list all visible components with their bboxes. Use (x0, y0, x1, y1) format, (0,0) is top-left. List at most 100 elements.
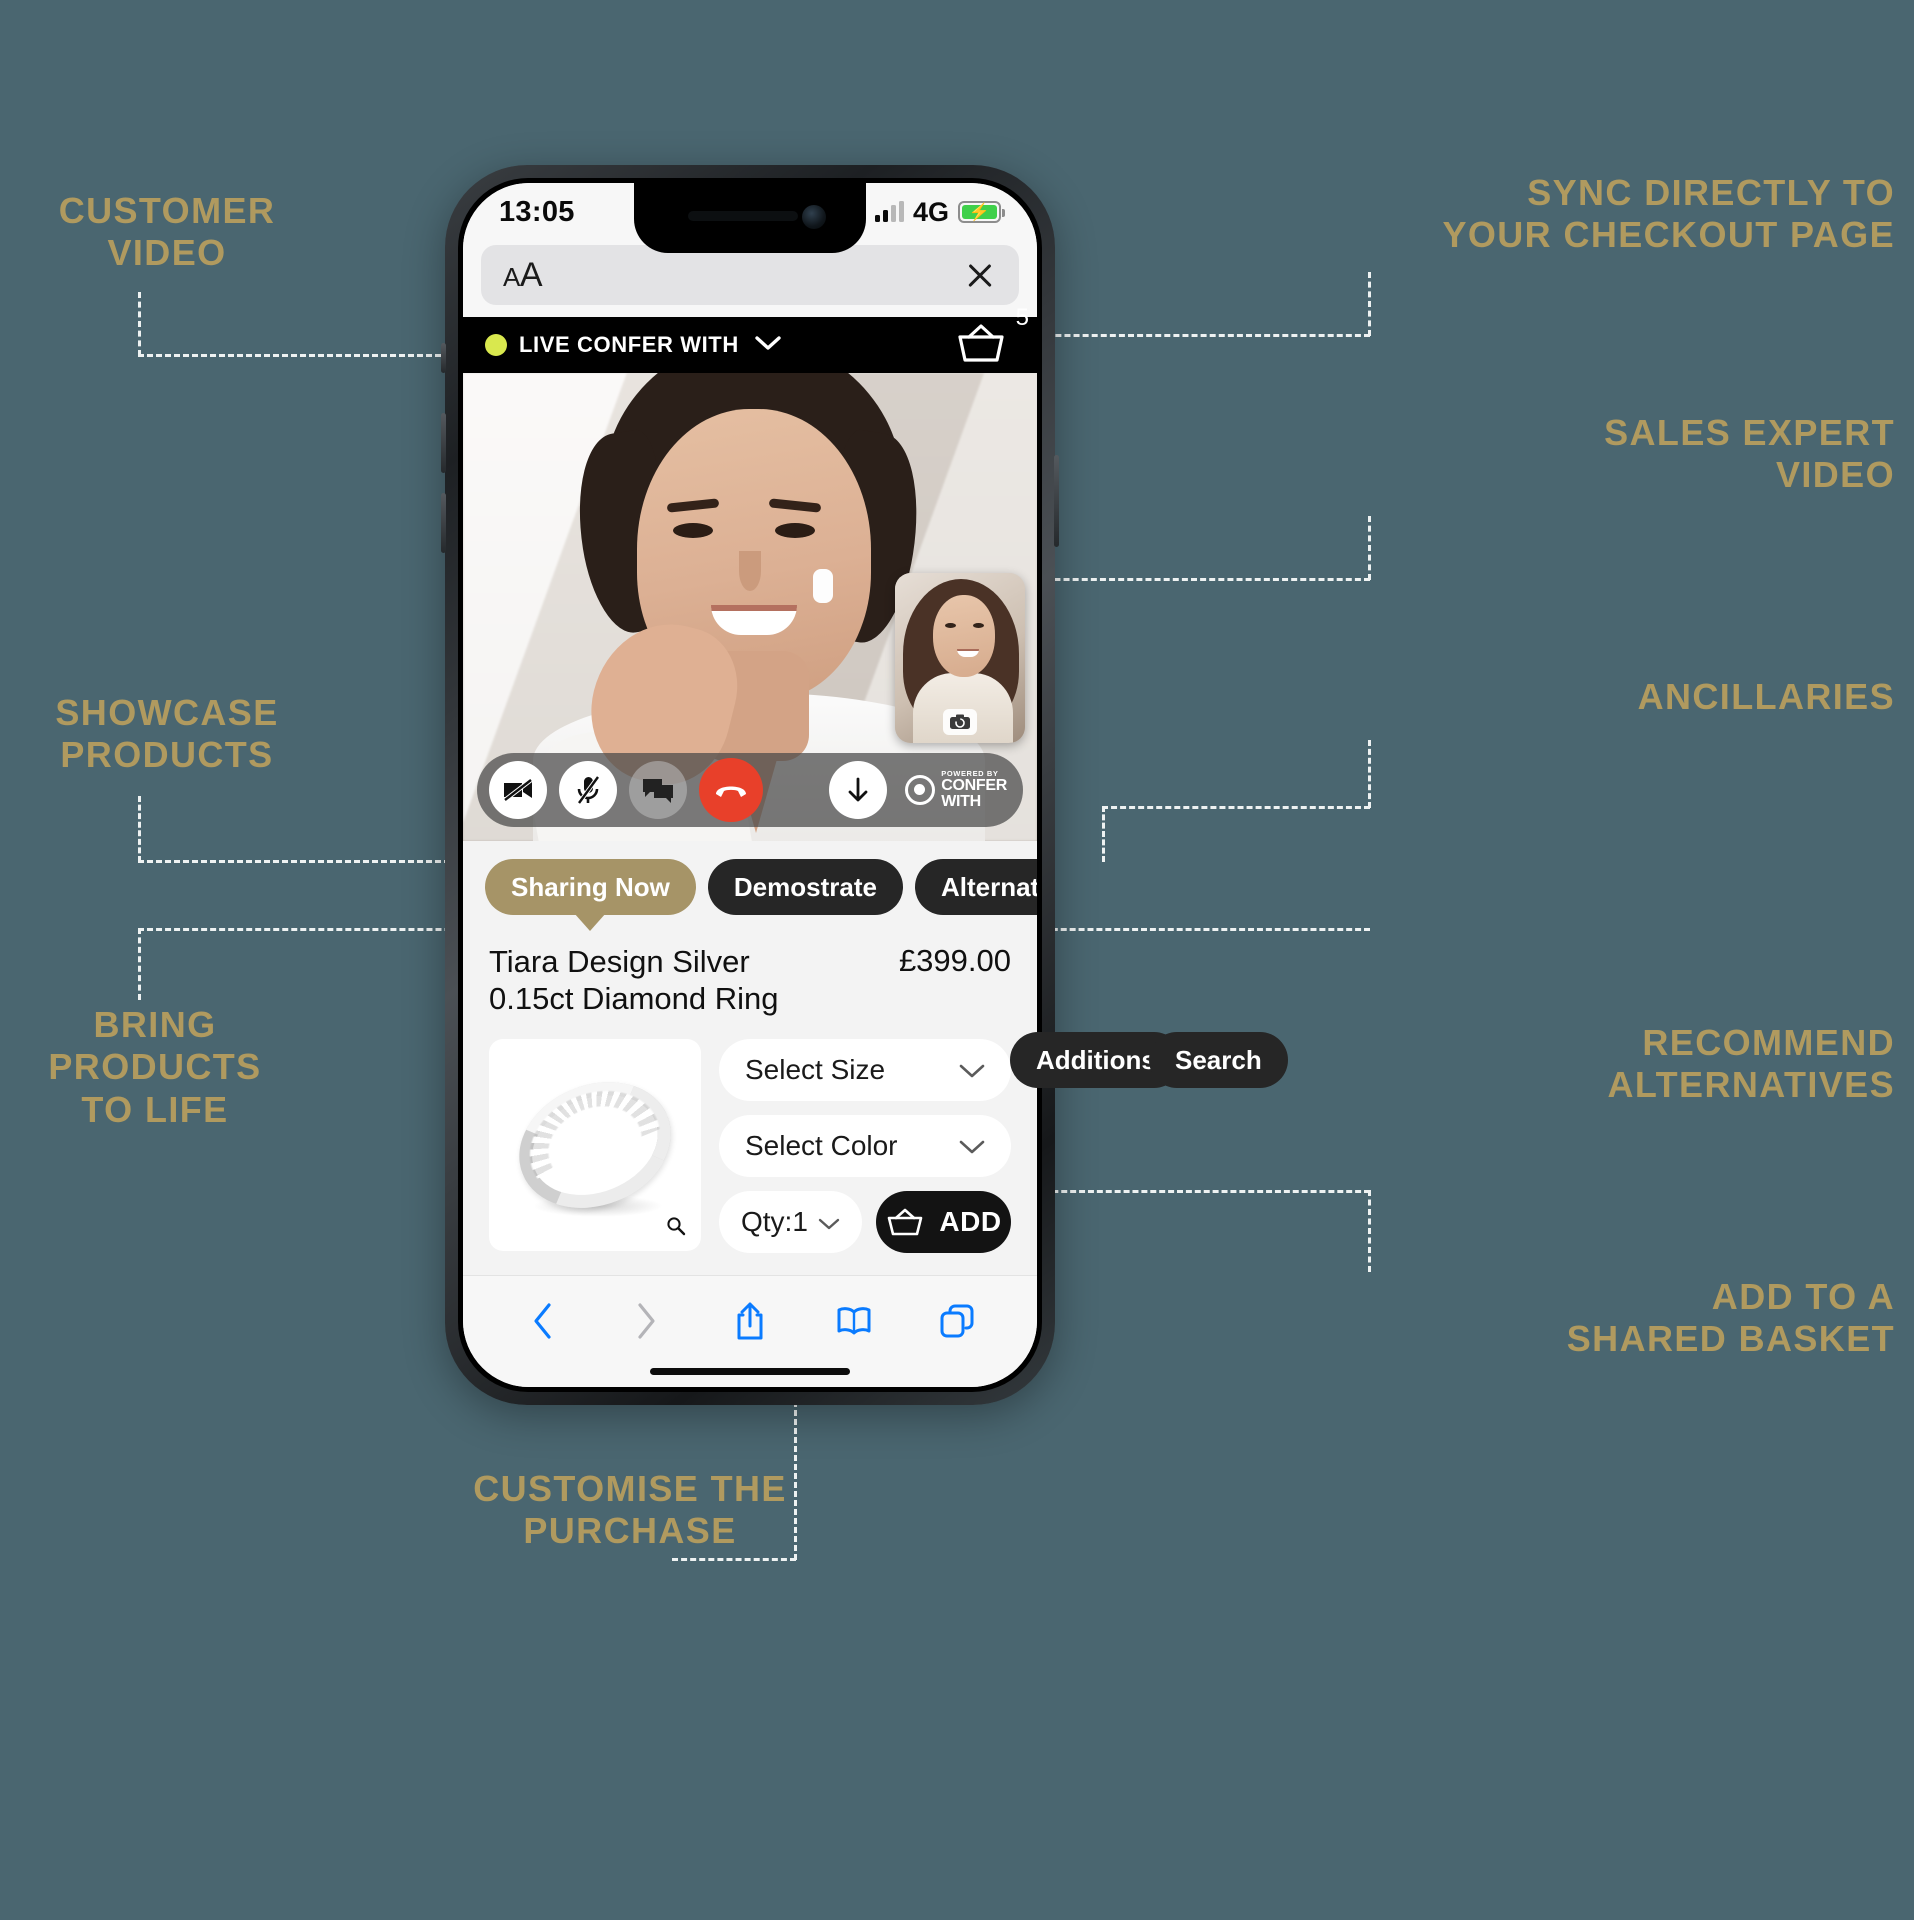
call-controls: POWERED BY CONFER WITH (477, 753, 1023, 827)
text-size-small: A (503, 261, 520, 292)
camera-flip-icon[interactable] (943, 709, 977, 735)
tab-search[interactable]: Search (1149, 1032, 1288, 1088)
callout-customise-purchase: CUSTOMISE THE PURCHASE (473, 1468, 787, 1552)
diamond-ring-image[interactable] (489, 1039, 701, 1252)
end-call-button[interactable] (699, 758, 763, 822)
phone-notch (634, 183, 866, 253)
poster-stage: CUSTOMER VIDEO SHOWCASE PRODUCTS BRING P… (0, 0, 1914, 1920)
front-camera-icon (802, 205, 826, 229)
quantity-add-row: Qty:1 ADD (719, 1191, 1011, 1254)
quantity-stepper[interactable]: Qty:1 (719, 1191, 862, 1254)
tab-demostrate[interactable]: Demostrate (707, 859, 903, 915)
phone-mockup: 13:05 4G ⚡ AA LIVE CONFER WITH 5 POWERED… (441, 165, 1059, 1405)
chevron-right-icon (638, 1302, 655, 1339)
chevron-down-icon[interactable] (755, 335, 781, 356)
share-icon (737, 1302, 763, 1339)
product-title: Tiara Design Silver 0.15ct Diamond Ring (489, 944, 779, 1017)
color-select[interactable]: Select Color (719, 1115, 1011, 1178)
live-session-bar: LIVE CONFER WITH 5 (463, 304, 1037, 373)
quantity-label: Qty:1 (741, 1206, 808, 1238)
add-button-label: ADD (939, 1206, 1002, 1238)
customer-earbud (813, 569, 833, 603)
tab-label: Search (1175, 1044, 1262, 1075)
product-tab-strip: Sharing Now Demostrate Alternatives Addi… (463, 841, 1037, 925)
home-indicator (650, 1368, 850, 1375)
chevron-down-icon (959, 1130, 985, 1162)
connector-customer-video-v (138, 292, 141, 356)
expert-face (933, 595, 995, 677)
connector-bring-v (138, 928, 141, 1000)
chevron-left-icon (534, 1302, 551, 1339)
customer-video-feed[interactable]: POWERED BY CONFER WITH (463, 373, 1037, 841)
connector-showcase-h (138, 860, 468, 863)
mic-off-icon (577, 775, 600, 805)
callout-customer-video: CUSTOMER VIDEO (58, 190, 276, 274)
connector-ancillaries-v2 (1368, 740, 1371, 808)
expert-eye-right (973, 623, 984, 628)
product-panel: Tiara Design Silver 0.15ct Diamond Ring … (463, 925, 1037, 1254)
customer-eye-left (673, 523, 713, 538)
connector-basket-v (1368, 1190, 1371, 1272)
product-price: £399.00 (898, 943, 1011, 978)
product-body: Select Size Select Color Qty:1 ADD (489, 1039, 1011, 1254)
basket-button[interactable]: 5 (953, 304, 1029, 371)
chevron-down-icon (959, 1054, 985, 1086)
expert-eye-left (945, 623, 956, 628)
connector-customer-video-h (138, 354, 468, 357)
browser-share-button[interactable] (727, 1298, 773, 1344)
close-icon[interactable] (963, 258, 997, 292)
chat-button[interactable] (629, 761, 687, 819)
tab-label: Additions (1036, 1044, 1156, 1075)
live-status-dot (485, 334, 507, 356)
book-icon (837, 1306, 871, 1334)
video-off-icon (503, 778, 533, 802)
browser-bookmarks-button[interactable] (831, 1298, 877, 1344)
browser-forward-button[interactable] (623, 1298, 669, 1344)
size-select[interactable]: Select Size (719, 1039, 1011, 1102)
charging-bolt-icon: ⚡ (968, 202, 991, 222)
connector-customise-h (672, 1558, 796, 1561)
minimise-button[interactable] (829, 761, 888, 819)
power-button[interactable] (1054, 455, 1059, 547)
callout-bring-products: BRING PRODUCTS TO LIFE (48, 1004, 262, 1130)
add-to-basket-button[interactable]: ADD (875, 1191, 1011, 1254)
tab-sharing-now[interactable]: Sharing Now (485, 859, 696, 915)
camera-off-button[interactable] (489, 761, 547, 819)
mute-switch[interactable] (441, 343, 446, 373)
tabs-icon (940, 1304, 974, 1337)
callout-ancillaries: ANCILLARIES (1637, 676, 1895, 717)
mute-button[interactable] (559, 761, 617, 819)
browser-tabs-button[interactable] (934, 1298, 980, 1344)
address-field[interactable]: AA (481, 245, 1019, 305)
connector-sales-h (1018, 578, 1370, 581)
status-time: 13:05 (499, 195, 575, 228)
chat-icon (643, 779, 673, 803)
basket-icon (958, 323, 1004, 362)
tab-alternatives[interactable]: Alternatives (914, 859, 1037, 915)
connector-sync-v (1368, 272, 1371, 336)
connector-ancillaries-h (1102, 806, 1370, 809)
callout-sync-checkout: SYNC DIRECTLY TO YOUR CHECKOUT PAGE (1442, 172, 1895, 256)
customer-eye-right (775, 523, 815, 538)
connector-sync-h (1010, 334, 1370, 337)
connector-sales-v (1368, 516, 1371, 580)
volume-down-button[interactable] (441, 493, 446, 553)
connector-ancillaries-v (1102, 806, 1105, 862)
browser-back-button[interactable] (520, 1298, 566, 1344)
chevron-down-icon (818, 1206, 840, 1238)
sales-expert-video-feed[interactable] (895, 573, 1025, 743)
text-size-large: A (519, 255, 543, 294)
volume-up-button[interactable] (441, 413, 446, 473)
connector-showcase-v (138, 796, 141, 862)
callout-sales-expert-video: SALES EXPERT VIDEO (1604, 412, 1895, 496)
tab-label: Alternatives (940, 871, 1037, 902)
magnifier-icon[interactable] (659, 1209, 693, 1244)
callout-showcase-products: SHOWCASE PRODUCTS (55, 692, 279, 776)
signal-bars-icon (874, 201, 904, 222)
basket-badge-count: 5 (1015, 303, 1029, 331)
customer-nose (739, 551, 761, 591)
text-size-icon[interactable]: AA (503, 255, 543, 295)
battery-charging-icon: ⚡ (958, 201, 1005, 223)
product-header: Tiara Design Silver 0.15ct Diamond Ring … (489, 943, 1011, 1017)
color-select-label: Select Color (745, 1130, 898, 1162)
